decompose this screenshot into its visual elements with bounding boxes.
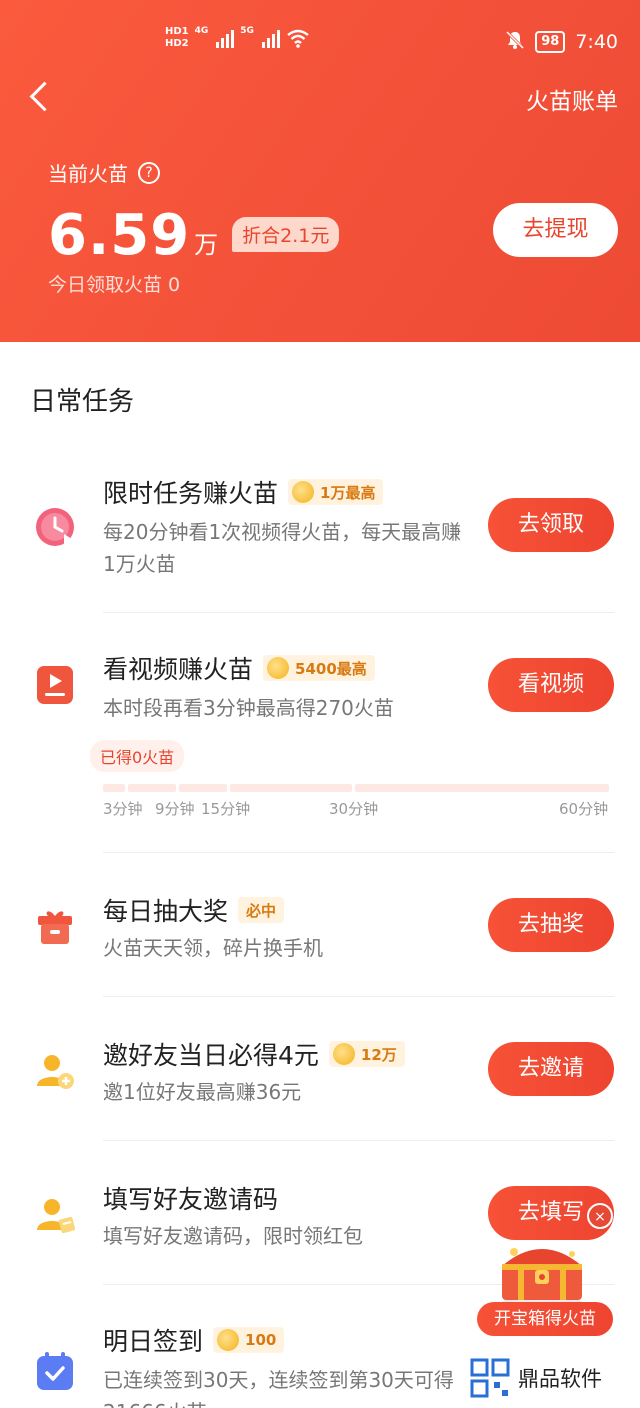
progress-tick: 15分钟 bbox=[201, 800, 251, 818]
header: HD1 HD2 4G 5G 98 7:40 火苗账单 当前火苗 ? 6.59 万… bbox=[0, 0, 640, 342]
task-title: 明日签到 bbox=[103, 1327, 204, 1356]
treasure-chest-icon[interactable] bbox=[488, 1236, 596, 1308]
task-item: 看视频赚火苗 5400最高 本时段再看3分钟最高得270火苗 看视频 已得0火苗… bbox=[30, 646, 614, 826]
coin-icon bbox=[332, 1043, 355, 1065]
battery-icon: 98 bbox=[535, 31, 566, 53]
divider bbox=[103, 612, 614, 613]
coin-icon bbox=[267, 657, 290, 679]
withdraw-button[interactable]: 去提现 bbox=[493, 203, 618, 257]
progress-label: 已得0火苗 bbox=[90, 740, 185, 772]
progress-tick: 30分钟 bbox=[329, 800, 379, 818]
alarm-clock-icon bbox=[36, 508, 74, 546]
progress-tick: 60分钟 bbox=[559, 800, 609, 818]
wifi-icon bbox=[287, 29, 309, 48]
add-friend-icon bbox=[37, 1055, 74, 1089]
task-title: 填写好友邀请码 bbox=[103, 1185, 279, 1214]
gift-box-icon bbox=[38, 911, 72, 944]
invite-button[interactable]: 去邀请 bbox=[488, 1042, 614, 1096]
task-item: 限时任务赚火苗 1万最高 每20分钟看1次视频得火苗，每天最高赚1万火苗 去领取 bbox=[30, 470, 614, 610]
watermark-text: 鼎品软件 bbox=[518, 1367, 602, 1391]
task-title: 看视频赚火苗 bbox=[103, 655, 254, 684]
signal-icon bbox=[216, 28, 235, 48]
reward-badge: 5400最高 bbox=[263, 655, 375, 681]
lottery-button[interactable]: 去抽奖 bbox=[488, 898, 614, 952]
task-title: 每日抽大奖 bbox=[103, 897, 229, 926]
network-type-2: 5G bbox=[240, 26, 254, 36]
task-title: 限时任务赚火苗 bbox=[103, 479, 279, 508]
calendar-check-icon bbox=[37, 1352, 73, 1390]
back-icon[interactable] bbox=[24, 76, 64, 116]
today-received: 今日领取火苗 0 bbox=[48, 274, 181, 296]
coin-icon bbox=[292, 481, 315, 503]
divider bbox=[103, 996, 614, 997]
balance: 6.59 万 折合2.1元 bbox=[48, 196, 340, 268]
watch-video-button[interactable]: 看视频 bbox=[488, 658, 614, 712]
signal-icon bbox=[261, 28, 280, 48]
watch-progress: 已得0火苗 3分钟 9分钟 15分钟 30分钟 60分钟 bbox=[90, 740, 612, 820]
coin-icon bbox=[217, 1329, 240, 1351]
task-title: 邀好友当日必得4元 bbox=[103, 1041, 319, 1070]
friend-code-icon bbox=[37, 1199, 76, 1234]
divider bbox=[103, 852, 614, 853]
help-icon[interactable]: ? bbox=[138, 161, 160, 184]
task-desc: 每20分钟看1次视频得火苗，每天最高赚1万火苗 bbox=[103, 520, 462, 576]
conversion-badge: 折合2.1元 bbox=[232, 217, 340, 252]
mute-bell-icon bbox=[505, 30, 525, 54]
network-type-1: 4G bbox=[194, 26, 209, 36]
clock: 7:40 bbox=[575, 31, 618, 53]
hd-indicator: HD1 HD2 bbox=[165, 26, 189, 49]
progress-tick: 9分钟 bbox=[155, 800, 195, 818]
task-item: 每日抽大奖 必中 火苗天天领，碎片换手机 去抽奖 bbox=[30, 888, 614, 988]
task-desc: 本时段再看3分钟最高得270火苗 bbox=[103, 696, 394, 720]
logo-icon bbox=[470, 1358, 510, 1398]
task-desc: 已连续签到30天，连续签到第30天可得21666火苗 bbox=[103, 1368, 454, 1408]
task-item: 邀好友当日必得4元 12万 邀1位好友最高赚36元 去邀请 bbox=[30, 1032, 614, 1132]
claim-button[interactable]: 去领取 bbox=[488, 498, 614, 552]
divider bbox=[103, 1140, 614, 1141]
section-title: 日常任务 bbox=[30, 387, 135, 417]
close-icon[interactable]: × bbox=[587, 1203, 613, 1229]
bill-link[interactable]: 火苗账单 bbox=[526, 82, 618, 116]
balance-unit: 万 bbox=[194, 231, 219, 259]
progress-track bbox=[103, 784, 612, 792]
balance-amount: 6.59 bbox=[48, 203, 191, 268]
watermark: 鼎品软件 bbox=[470, 1358, 602, 1398]
task-desc: 填写好友邀请码，限时领红包 bbox=[103, 1224, 363, 1248]
status-bar: HD1 HD2 4G 5G 98 7:40 bbox=[0, 26, 640, 66]
reward-badge: 1万最高 bbox=[288, 479, 384, 505]
progress-tick: 3分钟 bbox=[103, 800, 143, 818]
reward-badge: 100 bbox=[213, 1327, 285, 1353]
reward-badge: 12万 bbox=[328, 1041, 405, 1067]
task-desc: 邀1位好友最高赚36元 bbox=[103, 1080, 302, 1104]
open-chest-button[interactable]: 开宝箱得火苗 bbox=[477, 1302, 613, 1336]
task-desc: 火苗天天领，碎片换手机 bbox=[103, 936, 323, 960]
current-label: 当前火苗 ? bbox=[48, 158, 160, 187]
video-play-icon bbox=[37, 666, 73, 704]
reward-badge: 必中 bbox=[238, 897, 285, 923]
